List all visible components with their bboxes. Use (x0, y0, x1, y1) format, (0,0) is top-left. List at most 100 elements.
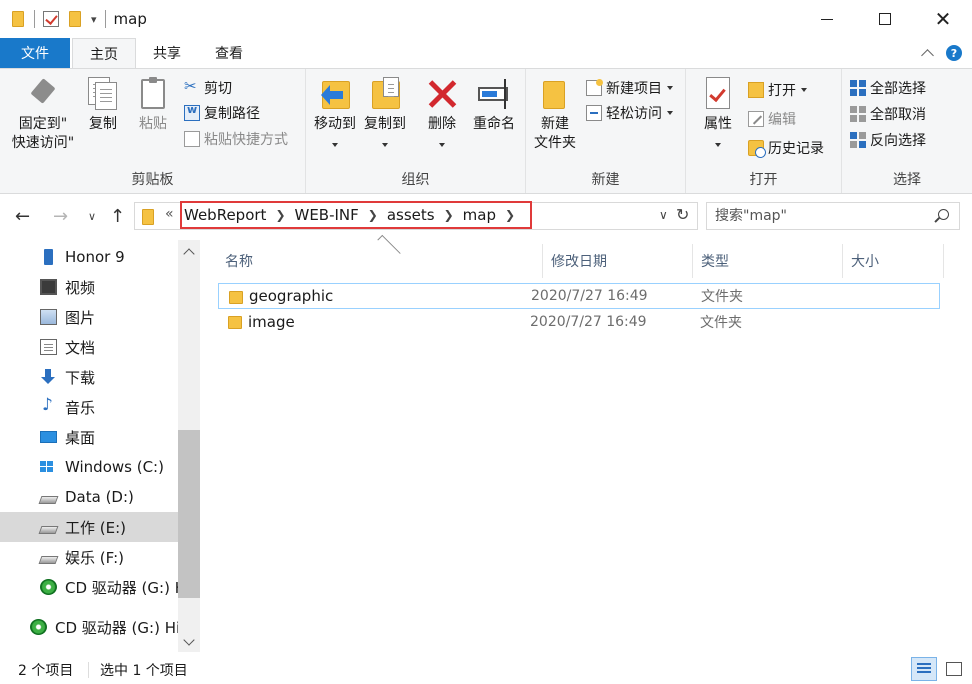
rename-button[interactable]: 重命名 (468, 77, 520, 134)
copy-to-icon (369, 77, 401, 111)
new-item-button[interactable]: 新建项目 (586, 77, 673, 99)
nav-item-cd-drive-g[interactable]: CD 驱动器 (G:) H (0, 572, 178, 602)
easy-access-button[interactable]: 轻松访问 (586, 102, 673, 124)
select-all-label: 全部选择 (870, 81, 926, 97)
history-button[interactable]: 历史记录 (748, 137, 824, 159)
breadcrumb-separator-icon[interactable]: ❯ (505, 208, 515, 222)
maximize-button[interactable] (856, 0, 914, 38)
column-header-name[interactable]: 名称 (200, 234, 543, 278)
breadcrumb-item[interactable]: WEB-INF (295, 206, 359, 224)
nav-item-label: 下载 (65, 368, 96, 387)
back-arrow-icon[interactable]: ← (15, 206, 30, 227)
close-button[interactable]: ✕ (914, 0, 972, 38)
large-icons-view-icon[interactable] (941, 657, 965, 681)
nav-item-downloads[interactable]: 下载 (0, 362, 178, 392)
properties-qat-icon[interactable] (43, 11, 59, 27)
breadcrumb-separator-icon[interactable]: ❯ (444, 208, 454, 222)
new-folder-button[interactable]: 新建 文件夹 (530, 77, 580, 153)
pin-to-quick-access-button[interactable]: 固定到" 快速访问" (8, 77, 78, 153)
minimize-icon (821, 18, 833, 20)
pin-label-line2: 快速访问" (11, 135, 75, 151)
folder-icon (142, 209, 154, 225)
refresh-icon[interactable]: ↻ (676, 205, 689, 224)
address-bar[interactable]: « WebReport ❯ WEB-INF ❯ assets ❯ map ❯ ∨… (134, 201, 698, 230)
column-header-type[interactable]: 类型 (693, 244, 843, 278)
paste-shortcut-icon (184, 131, 200, 147)
select-all-icon (850, 80, 866, 96)
nav-item-cd-drive-g-root[interactable]: CD 驱动器 (G:) HiS (0, 612, 178, 642)
open-group: 属性 打开 编辑 历史记录 打开 (686, 69, 842, 193)
nav-item-entertainment-f[interactable]: 娱乐 (F:) (0, 542, 178, 572)
scrollbar-thumb[interactable] (178, 430, 200, 598)
qat-customize-dropdown-icon[interactable]: ▾ (91, 13, 97, 26)
copy-path-label: 复制路径 (204, 106, 260, 122)
tab-view[interactable]: 查看 (198, 38, 260, 68)
new-folder-icon (539, 77, 571, 111)
cut-button[interactable]: 剪切 (184, 77, 232, 99)
forward-arrow-icon[interactable]: → (53, 206, 68, 227)
select-none-button[interactable]: 全部取消 (850, 103, 926, 125)
nav-item-label: 文档 (65, 338, 96, 357)
breadcrumb-separator-icon[interactable]: ❯ (368, 208, 378, 222)
clipboard-group: 固定到" 快速访问" 复制 粘贴 剪切 复制路径 粘贴快捷方式 剪贴板 (0, 69, 306, 193)
nav-item-work-e[interactable]: 工作 (E:) (0, 512, 178, 542)
tab-share[interactable]: 共享 (136, 38, 198, 68)
column-header-date[interactable]: 修改日期 (543, 244, 693, 278)
select-all-button[interactable]: 全部选择 (850, 77, 926, 99)
table-row[interactable]: geographic 2020/7/27 16:49 文件夹 (218, 283, 940, 309)
search-box[interactable] (706, 202, 960, 230)
nav-item-videos[interactable]: 视频 (0, 272, 178, 302)
window-title: map (113, 10, 147, 28)
nav-item-windows-c[interactable]: Windows (C:) (0, 452, 178, 482)
table-row[interactable]: image 2020/7/27 16:49 文件夹 (218, 309, 940, 335)
properties-button[interactable]: 属性 (696, 77, 740, 153)
nav-item-documents[interactable]: 文档 (0, 332, 178, 362)
quick-access-toolbar: ▾ map (0, 0, 147, 38)
collapse-ribbon-icon[interactable] (921, 49, 934, 62)
details-view-icon[interactable] (911, 657, 937, 681)
paste-button[interactable]: 粘贴 (134, 77, 172, 134)
recent-locations-chevron-icon[interactable]: ∨ (88, 210, 96, 223)
search-input[interactable] (715, 206, 925, 226)
nav-item-data-d[interactable]: Data (D:) (0, 482, 178, 512)
scroll-down-icon[interactable] (183, 634, 195, 646)
nav-item-desktop[interactable]: 桌面 (0, 422, 178, 452)
nav-item-music[interactable]: 音乐 (0, 392, 178, 422)
column-header-size[interactable]: 大小 (843, 244, 944, 278)
delete-button[interactable]: 删除 (422, 77, 462, 153)
nav-item-label: 桌面 (65, 428, 96, 447)
copy-label: 复制 (89, 116, 117, 132)
new-folder-qat-icon[interactable] (69, 11, 81, 27)
chevron-down-icon (667, 86, 673, 90)
open-button[interactable]: 打开 (748, 79, 807, 101)
nav-item-pictures[interactable]: 图片 (0, 302, 178, 332)
tab-file[interactable]: 文件 (0, 38, 70, 68)
invert-selection-button[interactable]: 反向选择 (850, 129, 926, 151)
minimize-button[interactable] (798, 0, 856, 38)
breadcrumb-separator-icon[interactable]: ❯ (275, 208, 285, 222)
invert-selection-icon (850, 132, 866, 148)
tab-home[interactable]: 主页 (72, 38, 136, 68)
copy-path-button[interactable]: 复制路径 (184, 102, 260, 124)
nav-pane-scrollbar[interactable] (178, 240, 200, 652)
nav-item-honor9[interactable]: Honor 9 (0, 242, 178, 272)
clipboard-group-label: 剪贴板 (131, 172, 174, 188)
up-arrow-icon[interactable]: ↑ (110, 206, 125, 227)
overflow-chevron[interactable]: « (165, 206, 174, 222)
copy-button[interactable]: 复制 (84, 77, 122, 134)
help-icon[interactable]: ? (946, 45, 962, 61)
download-icon (40, 369, 57, 385)
easy-access-label: 轻松访问 (606, 106, 662, 122)
move-to-button[interactable]: 移动到 (312, 77, 358, 153)
breadcrumb-item[interactable]: assets (387, 206, 435, 224)
breadcrumb-item[interactable]: map (463, 206, 496, 224)
scroll-up-icon[interactable] (183, 248, 195, 260)
breadcrumb-item[interactable]: WebReport (184, 206, 266, 224)
chevron-down-icon (801, 88, 807, 92)
move-to-label: 移动到 (314, 116, 356, 132)
paste-shortcut-button[interactable]: 粘贴快捷方式 (184, 128, 288, 150)
address-dropdown-icon[interactable]: ∨ (659, 208, 668, 222)
search-icon[interactable] (938, 209, 949, 220)
edit-button[interactable]: 编辑 (748, 108, 796, 130)
copy-to-button[interactable]: 复制到 (362, 77, 408, 153)
